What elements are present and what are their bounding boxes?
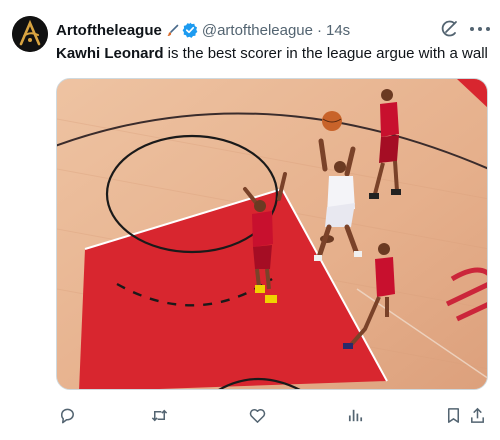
more-icon[interactable]	[470, 20, 490, 38]
tweet-text: Kawhi Leonard is the best scorer in the …	[56, 44, 488, 64]
tweet-media-image[interactable]	[56, 78, 488, 390]
grok-icon[interactable]	[440, 20, 458, 38]
display-name[interactable]: Artoftheleague	[56, 22, 162, 39]
tweet-text-mention: Kawhi Leonard	[56, 45, 164, 62]
handle[interactable]: @artoftheleague	[202, 22, 313, 39]
action-bar	[56, 404, 488, 426]
views-icon[interactable]	[344, 404, 366, 426]
like-icon[interactable]	[246, 404, 268, 426]
paintbrush-icon	[166, 24, 179, 37]
verified-badge-icon	[182, 22, 198, 38]
league-logo-avatar-icon	[12, 16, 48, 52]
tweet-card[interactable]: Artoftheleague @artoftheleague · 14s Kaw…	[0, 0, 500, 440]
basketball-court-photo-icon	[57, 79, 487, 389]
separator-dot: ·	[316, 21, 322, 39]
tweet-header: Artoftheleague @artoftheleague · 14s	[56, 20, 350, 40]
tweet-text-body: is the best scorer in the league argue w…	[163, 45, 488, 62]
share-icon[interactable]	[466, 404, 488, 426]
avatar[interactable]	[12, 16, 48, 52]
reply-icon[interactable]	[56, 404, 78, 426]
retweet-icon[interactable]	[148, 404, 170, 426]
timestamp[interactable]: 14s	[326, 22, 350, 39]
bookmark-icon[interactable]	[442, 404, 464, 426]
